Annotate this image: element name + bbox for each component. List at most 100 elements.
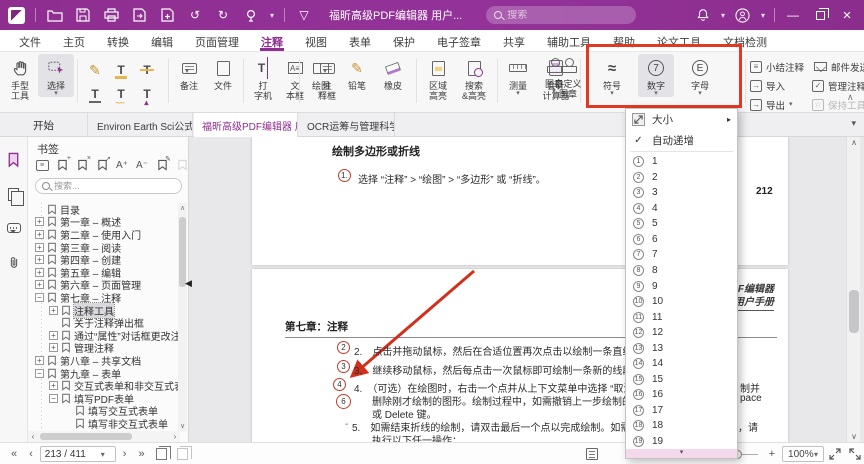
select-tool-button[interactable]: 选择 ▾ xyxy=(38,54,74,97)
doc-tab-environ[interactable]: Environ Earth Sci公式.p... xyxy=(89,113,193,137)
fit-page-icon[interactable] xyxy=(849,448,861,460)
restore-button[interactable] xyxy=(811,6,829,24)
next-page-button[interactable]: › xyxy=(118,448,132,460)
expander[interactable]: + xyxy=(35,356,44,365)
measure-button[interactable]: 测量 ▾ xyxy=(500,54,536,97)
expander[interactable]: + xyxy=(35,217,44,226)
strikeout-icon[interactable]: T xyxy=(143,64,150,76)
open-file-icon[interactable] xyxy=(46,6,64,24)
comment-list-icon[interactable] xyxy=(586,448,598,460)
double-underline-icon[interactable]: T xyxy=(91,88,98,100)
menu-item-number-1[interactable]: 11 xyxy=(626,154,737,170)
menu-item-number-13[interactable]: 1313 xyxy=(626,340,737,356)
scrollbar-thumb[interactable] xyxy=(849,290,859,333)
menu-item-number-8[interactable]: 88 xyxy=(626,263,737,279)
numbered-annotation-2[interactable]: 2 xyxy=(337,341,350,354)
expander[interactable]: + xyxy=(35,230,44,239)
numbered-annotation-6[interactable]: 6 xyxy=(336,394,351,409)
menu-item-number-5[interactable]: 55 xyxy=(626,216,737,232)
expander[interactable]: + xyxy=(49,343,58,352)
expander[interactable]: + xyxy=(49,381,58,390)
quick-tool-icon[interactable] xyxy=(242,6,260,24)
decrease-text-size-icon[interactable]: A⁻ xyxy=(135,158,149,172)
start-tab[interactable]: 开始 xyxy=(0,113,88,137)
menu-tab-doc-check[interactable]: 文档检测 xyxy=(712,30,778,51)
menu-item-number-2[interactable]: 22 xyxy=(626,170,737,186)
menu-item-number-7[interactable]: 77 xyxy=(626,247,737,263)
custom-stamp-button[interactable]: 自定义 图章 xyxy=(548,52,588,99)
menu-item-number-3[interactable]: 33 xyxy=(626,185,737,201)
menu-tab-view[interactable]: 视图 xyxy=(294,30,338,51)
expander[interactable]: + xyxy=(35,255,44,264)
menu-tab-convert[interactable]: 转换 xyxy=(96,30,140,51)
global-search-box[interactable] xyxy=(486,6,636,24)
zoom-level-box[interactable]: 100% ▾ xyxy=(782,446,824,462)
customize-toolbar-icon[interactable]: ▽ xyxy=(295,6,313,24)
close-button[interactable]: × xyxy=(838,6,856,24)
measure-dropdown-icon[interactable]: ▾ xyxy=(516,91,520,97)
menu-item-number-9[interactable]: 99 xyxy=(626,278,737,294)
menu-item-number-10[interactable]: 1010 xyxy=(626,294,737,310)
scroll-left-icon[interactable]: ‹ xyxy=(28,432,38,441)
insert-text-icon[interactable]: T xyxy=(143,88,150,100)
summarize-comments-button[interactable]: ≡ 小结注释 xyxy=(750,58,804,75)
menu-tab-comment[interactable]: 注释 xyxy=(250,30,294,51)
menu-tab-edit[interactable]: 编辑 xyxy=(140,30,184,51)
options-menu-icon[interactable]: ≡ xyxy=(35,158,49,172)
menu-item-auto-increment[interactable]: ✓ 自动递增 xyxy=(626,130,737,150)
menu-item-number-15[interactable]: 1515 xyxy=(626,371,737,387)
document-canvas[interactable]: 绘制多边形或折线 1. 选择 “注释” > “绘图” > “多边形” 或 “折线… xyxy=(189,137,864,442)
pencil-button[interactable]: ✎ 铅笔 xyxy=(339,54,375,91)
menu-item-number-16[interactable]: 1616 xyxy=(626,387,737,403)
previous-page-button[interactable]: ‹ xyxy=(24,448,38,460)
search-input[interactable] xyxy=(507,10,607,21)
expander[interactable]: + xyxy=(49,331,58,340)
expander[interactable]: + xyxy=(49,306,58,315)
pages-panel-icon[interactable] xyxy=(5,185,23,203)
symbol-dropdown-icon[interactable]: ▾ xyxy=(610,91,614,97)
menu-tab-share[interactable]: 共享 xyxy=(492,30,536,51)
add-bookmark-icon[interactable]: + xyxy=(55,158,69,172)
doc-tab-ocr[interactable]: OCR运筹与管理科学丛... xyxy=(299,113,395,137)
redo-icon[interactable]: ↻ xyxy=(214,6,232,24)
manage-comments-button[interactable]: ✓ 管理注释 ▾ xyxy=(812,77,864,94)
zoom-dropdown-icon[interactable]: ▾ xyxy=(814,450,818,459)
expander[interactable]: + xyxy=(35,280,44,289)
number-button[interactable]: 7 数字 ▾ xyxy=(638,54,674,97)
numbered-annotation-1[interactable]: 1. xyxy=(338,169,351,182)
menu-tab-home[interactable]: 主页 xyxy=(52,30,96,51)
menu-tab-file[interactable]: 文件 xyxy=(8,30,52,51)
previous-view-icon[interactable] xyxy=(156,448,167,460)
page-number-input[interactable] xyxy=(45,449,97,460)
scroll-up-icon[interactable]: ∧ xyxy=(178,204,187,212)
squiggly-icon[interactable]: T xyxy=(117,88,124,100)
expander[interactable]: − xyxy=(49,394,58,403)
numbered-annotation-4[interactable]: 4 xyxy=(333,378,346,391)
draw-dropdown-icon[interactable]: ▾ xyxy=(319,91,323,97)
bookmarks-vertical-scrollbar[interactable]: ∧ ∨ xyxy=(178,203,187,431)
menu-item-size[interactable]: 大小 ▸ xyxy=(626,109,737,130)
add-page-icon[interactable] xyxy=(158,6,176,24)
bookmark-search-box[interactable] xyxy=(35,178,182,194)
page-dropdown-icon[interactable]: ▾ xyxy=(101,450,105,459)
expander[interactable]: + xyxy=(35,268,44,277)
menu-tab-accessibility[interactable]: 辅助工具 xyxy=(536,30,602,51)
letter-button[interactable]: E 字母 ▾ xyxy=(682,54,718,97)
menu-tab-esign[interactable]: 电子签章 xyxy=(426,30,492,51)
menu-item-number-17[interactable]: 1717 xyxy=(626,403,737,419)
page-number-box[interactable]: ▾ xyxy=(40,446,116,462)
expander[interactable]: − xyxy=(35,369,44,378)
menu-item-number-11[interactable]: 1111 xyxy=(626,309,737,325)
menu-tab-paper-tools[interactable]: 论文工具 xyxy=(646,30,712,51)
collapse-panel-icon[interactable]: ◀ xyxy=(185,278,192,289)
set-destination-icon[interactable]: ➚ xyxy=(95,158,109,172)
rename-bookmark-icon[interactable]: ✎ xyxy=(155,158,169,172)
menu-item-number-19[interactable]: 1919 xyxy=(626,434,737,450)
keep-tool-selected-button[interactable]: ☆ 保持工具选择 xyxy=(812,96,864,113)
scroll-down-icon[interactable]: ∨ xyxy=(847,432,861,441)
increase-text-size-icon[interactable]: A⁺ xyxy=(115,158,129,172)
highlight-icon[interactable]: ✎ xyxy=(89,62,101,79)
scrollbar-thumb[interactable] xyxy=(40,433,132,440)
menu-item-number-6[interactable]: 66 xyxy=(626,232,737,248)
menu-tab-protect[interactable]: 保护 xyxy=(382,30,426,51)
